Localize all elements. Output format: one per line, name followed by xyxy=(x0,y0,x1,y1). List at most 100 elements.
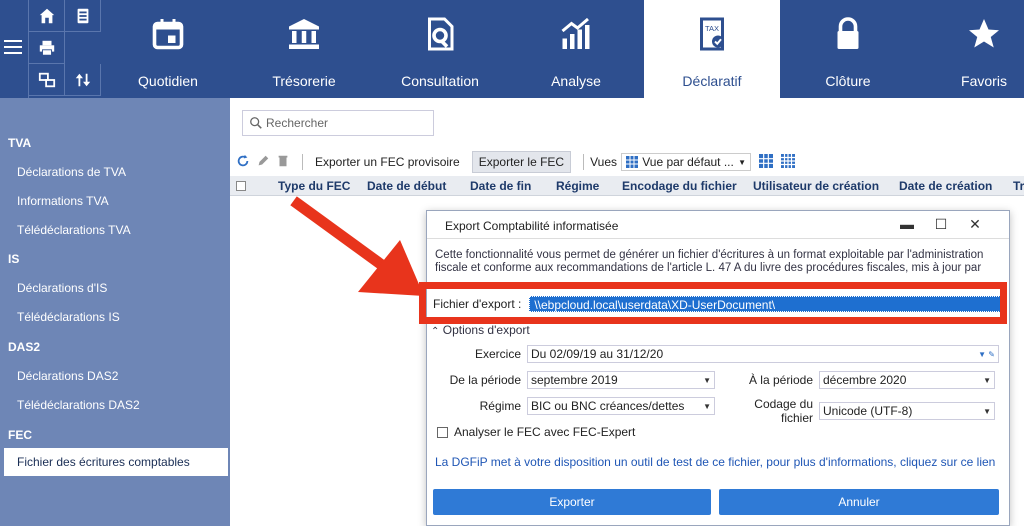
dialog-titlebar: Export Comptabilité informatisée ▬ ☐ ✕ xyxy=(427,211,1009,239)
analyse-fec-checkbox[interactable]: Analyser le FEC avec FEC-Expert xyxy=(437,425,635,439)
tab-cloture[interactable]: Clôture xyxy=(780,0,916,98)
regime-value: BIC ou BNC créances/dettes xyxy=(531,399,685,413)
from-period-row: De la période septembre 2019 ▼ xyxy=(427,371,715,389)
column-header[interactable]: Utilisateur de création xyxy=(753,179,879,193)
tax-document-icon: TAX xyxy=(692,14,732,54)
exercice-label: Exercice xyxy=(474,347,521,361)
lock-icon xyxy=(828,14,868,54)
minimize-icon[interactable]: ▬ xyxy=(897,216,917,234)
to-period-row: À la période décembre 2020 ▼ xyxy=(723,371,995,389)
encoding-select[interactable]: Unicode (UTF-8) ▼ xyxy=(819,402,995,420)
sidebar-item-teledeclarations-tva[interactable]: Télédéclarations TVA xyxy=(0,216,230,244)
export-file-row: Fichier d'export : \\ebpcloud.local\user… xyxy=(433,295,1003,313)
home-icon[interactable] xyxy=(29,0,65,32)
grid-settings-icon[interactable] xyxy=(759,153,773,171)
trash-icon[interactable] xyxy=(276,154,290,171)
search-placeholder: Rechercher xyxy=(266,116,329,130)
column-header[interactable]: Type du FEC xyxy=(278,179,350,193)
sidebar-item-fichier-ecritures[interactable]: Fichier des écritures comptables xyxy=(4,448,228,476)
sidebar-item-declarations-tva[interactable]: Déclarations de TVA xyxy=(0,158,230,186)
encoding-label: Codage du fichier xyxy=(754,397,813,425)
export-file-label: Fichier d'export : xyxy=(433,297,522,311)
tab-quotidien[interactable]: Quotidien xyxy=(100,0,236,98)
search-icon xyxy=(250,117,262,129)
address-book-icon[interactable] xyxy=(65,0,101,32)
regime-select[interactable]: BIC ou BNC créances/dettes ▼ xyxy=(527,397,715,415)
from-period-select[interactable]: septembre 2019 ▼ xyxy=(527,371,715,389)
sidebar-section-is: IS xyxy=(8,252,20,266)
options-group-header[interactable]: ⌃ Options d'export xyxy=(431,323,530,337)
view-selected-value: Vue par défaut ... xyxy=(642,155,734,169)
exercice-value: Du 02/09/19 au 31/12/20 xyxy=(531,347,664,361)
encoding-value: Unicode (UTF-8) xyxy=(823,404,913,418)
select-all-checkbox[interactable] xyxy=(236,181,246,191)
quick-access-grid xyxy=(28,0,101,98)
dialog-description: Cette fonctionnalité vous permet de géné… xyxy=(435,249,984,274)
search-input[interactable]: Rechercher xyxy=(242,110,434,136)
from-period-label: De la période xyxy=(449,373,521,387)
dgfip-info-link[interactable]: La DGFiP met à votre disposition un outi… xyxy=(435,455,995,469)
toolbar-separator xyxy=(302,154,303,170)
star-icon xyxy=(964,14,1004,54)
regime-label: Régime xyxy=(479,399,521,413)
printer-icon[interactable] xyxy=(29,32,65,64)
chevron-down-icon: ▼ xyxy=(703,401,711,411)
chevron-down-icon: ▼ ✎ xyxy=(978,349,995,359)
column-header[interactable]: Date de création xyxy=(899,179,992,193)
to-period-label: À la période xyxy=(748,373,813,387)
checkbox-box[interactable] xyxy=(437,426,448,438)
toolbar-separator xyxy=(583,154,585,170)
toolbar: Exporter un FEC provisoire Exporter le F… xyxy=(230,150,1024,174)
tab-favoris[interactable]: Favoris xyxy=(916,0,1024,98)
ribbon-tabs: Quotidien Trésorerie Consultation Analys… xyxy=(100,0,1024,98)
svg-text:TAX: TAX xyxy=(705,24,719,33)
document-search-icon xyxy=(420,14,460,54)
sidebar-section-das2: DAS2 xyxy=(8,340,41,354)
sidebar-item-informations-tva[interactable]: Informations TVA xyxy=(0,187,230,215)
column-header[interactable]: Encodage du fichier xyxy=(622,179,737,193)
column-header[interactable]: Date de début xyxy=(367,179,446,193)
tab-consultation[interactable]: Consultation xyxy=(372,0,508,98)
grid-view-icon xyxy=(626,156,638,168)
edit-icon[interactable] xyxy=(256,154,270,171)
to-period-select[interactable]: décembre 2020 ▼ xyxy=(819,371,995,389)
chevron-down-icon: ▼ xyxy=(738,157,746,167)
from-period-value: septembre 2019 xyxy=(531,373,618,387)
switch-icon[interactable] xyxy=(29,64,65,96)
analyse-fec-label: Analyser le FEC avec FEC-Expert xyxy=(454,425,636,439)
chevron-down-icon: ▼ xyxy=(983,375,991,385)
bar-chart-icon xyxy=(556,14,596,54)
refresh-icon[interactable] xyxy=(236,154,250,171)
sort-arrows-icon[interactable] xyxy=(65,64,101,96)
sidebar-item-declarations-das2[interactable]: Déclarations DAS2 xyxy=(0,362,230,390)
grid-header: Type du FEC Date de début Date de fin Ré… xyxy=(230,176,1024,196)
sidebar-item-teledeclarations-das2[interactable]: Télédéclarations DAS2 xyxy=(0,391,230,419)
exercice-row: Exercice Du 02/09/19 au 31/12/20 ▼ ✎ xyxy=(427,345,999,363)
export-file-input[interactable]: \\ebpcloud.local\userdata\XD-UserDocumen… xyxy=(529,296,1003,312)
maximize-icon[interactable]: ☐ xyxy=(931,216,951,234)
view-selector[interactable]: Vue par défaut ... ▼ xyxy=(621,153,751,171)
sidebar-item-declarations-is[interactable]: Déclarations d'IS xyxy=(0,274,230,302)
encoding-row: Codage du fichier Unicode (UTF-8) ▼ xyxy=(723,397,995,425)
sidebar-item-teledeclarations-is[interactable]: Télédéclarations IS xyxy=(0,303,230,331)
export-button[interactable]: Exporter xyxy=(433,489,711,515)
column-header[interactable]: Tr xyxy=(1013,179,1024,193)
exercice-select[interactable]: Du 02/09/19 au 31/12/20 ▼ ✎ xyxy=(527,345,999,363)
tab-declaratif[interactable]: TAX Déclaratif xyxy=(644,0,780,98)
column-header[interactable]: Date de fin xyxy=(470,179,531,193)
chevron-down-icon: ▼ xyxy=(983,406,991,416)
grid-layout-icon[interactable] xyxy=(781,153,795,171)
close-icon[interactable]: ✕ xyxy=(965,216,985,234)
sidebar-section-tva: TVA xyxy=(8,136,32,150)
regime-row: Régime BIC ou BNC créances/dettes ▼ xyxy=(427,397,715,415)
column-header[interactable]: Régime xyxy=(556,179,599,193)
tab-analyse[interactable]: Analyse xyxy=(508,0,644,98)
export-fec-button[interactable]: Exporter le FEC xyxy=(471,151,572,173)
calendar-icon xyxy=(148,14,188,54)
export-dialog: Export Comptabilité informatisée ▬ ☐ ✕ C… xyxy=(426,210,1010,526)
options-label: Options d'export xyxy=(442,323,530,337)
menu-icon[interactable] xyxy=(2,36,24,60)
export-fec-provisoire-button[interactable]: Exporter un FEC provisoire xyxy=(309,152,466,172)
tab-tresorerie[interactable]: Trésorerie xyxy=(236,0,372,98)
cancel-button[interactable]: Annuler xyxy=(719,489,999,515)
